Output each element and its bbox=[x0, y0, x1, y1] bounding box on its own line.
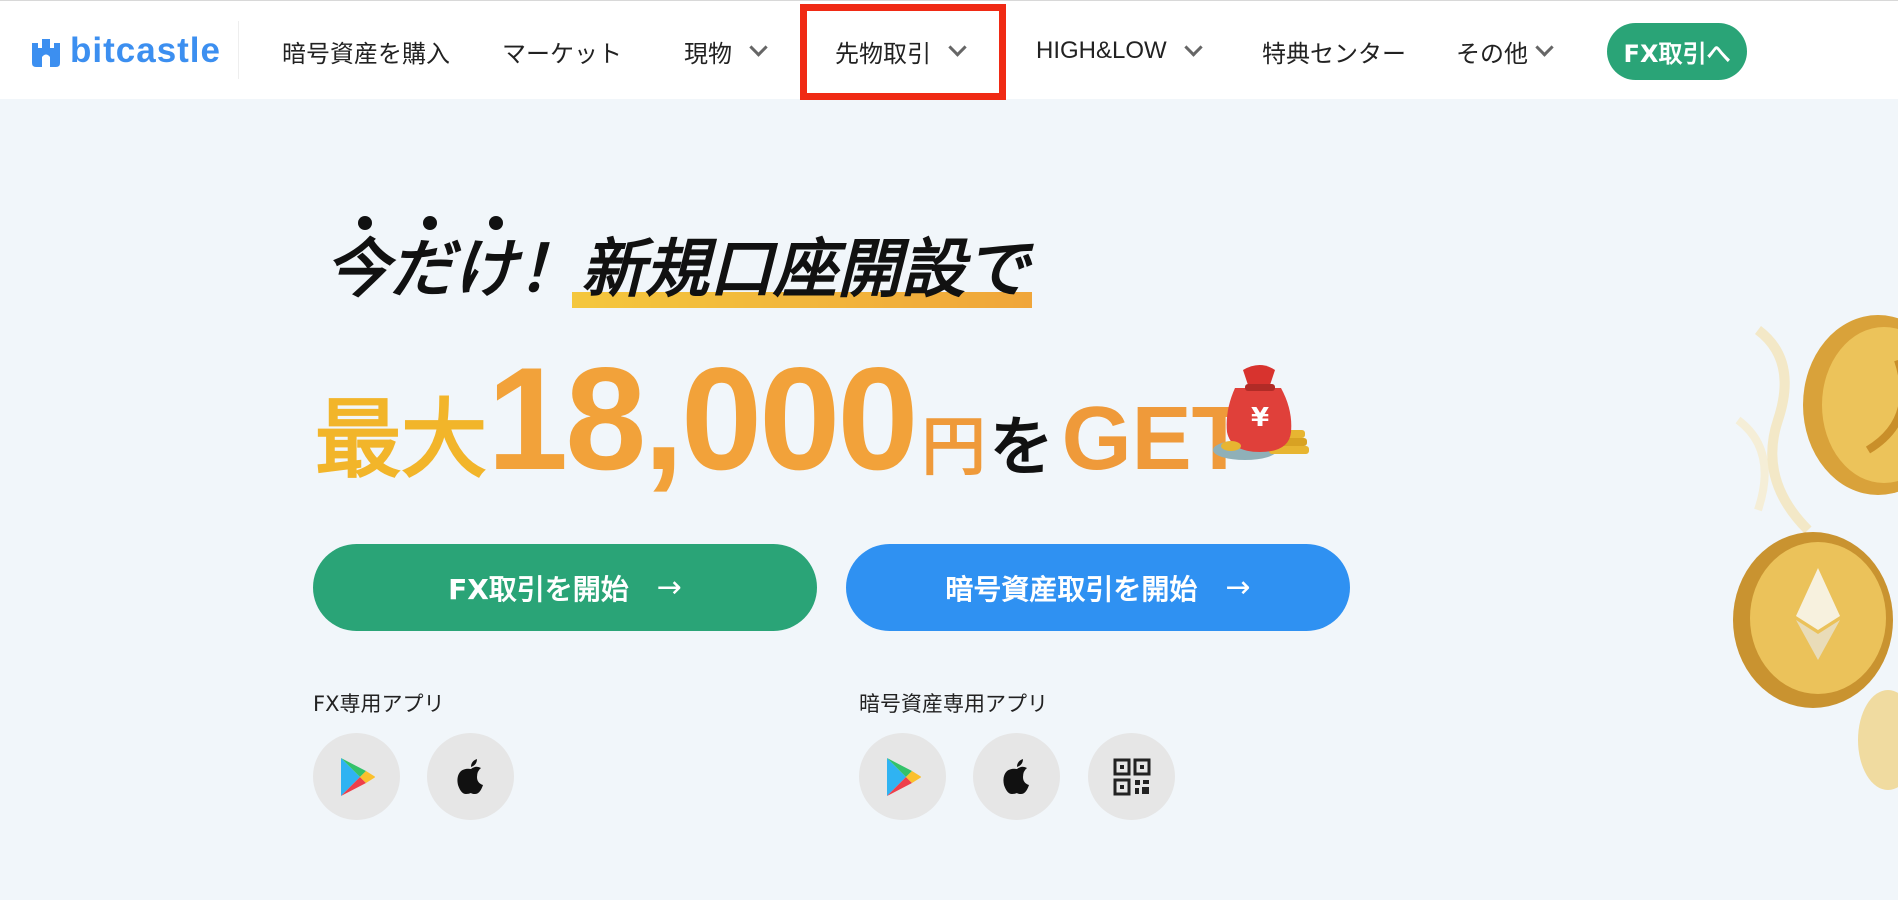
crypto-google-play-button[interactable] bbox=[859, 733, 946, 820]
castle-logo-icon bbox=[32, 39, 60, 67]
site-logo[interactable]: bitcastle bbox=[28, 31, 221, 71]
nav-high-low[interactable]: HIGH&LOW bbox=[1036, 28, 1203, 74]
bonus-particle: を bbox=[989, 411, 1054, 483]
nav-label: 暗号資産を購入 bbox=[282, 39, 450, 68]
nav-bonus-center[interactable]: 特典センター bbox=[1262, 28, 1406, 74]
chevron-down-icon bbox=[1183, 37, 1203, 57]
logo-text: bitcastle bbox=[70, 31, 221, 70]
nav-market[interactable]: マーケット bbox=[502, 28, 622, 74]
button-label: FX取引を開始 bbox=[448, 572, 629, 606]
headline-highlight: 新規口座開設で bbox=[581, 233, 1029, 307]
apple-icon bbox=[1002, 758, 1029, 794]
start-fx-trading-button[interactable]: FX取引を開始 → bbox=[313, 544, 817, 631]
qr-code-icon bbox=[1113, 758, 1150, 795]
fx-google-play-button[interactable] bbox=[313, 733, 400, 820]
fx-app-store-button[interactable] bbox=[427, 733, 514, 820]
hero-bonus-amount: 最大 18,000 円 を GET bbox=[315, 335, 1247, 500]
button-label: 暗号資産取引を開始 bbox=[945, 572, 1198, 606]
fx-trade-nav-button[interactable]: FX取引へ bbox=[1607, 23, 1747, 80]
nav-label: 現物 bbox=[684, 39, 732, 68]
decorative-coins-illustration bbox=[1733, 315, 1898, 790]
arrow-right-icon: → bbox=[656, 570, 682, 605]
money-bag-icon: ¥ bbox=[1213, 365, 1309, 460]
fx-app-label: FX専用アプリ bbox=[313, 692, 445, 716]
nav-label: HIGH&LOW bbox=[1036, 37, 1167, 64]
hero-headline: 今だけ！ 新規口座開設で bbox=[325, 230, 1029, 310]
google-play-icon bbox=[340, 757, 375, 796]
bag-yen-symbol: ¥ bbox=[1251, 403, 1269, 433]
bonus-amount: 18,000 bbox=[487, 337, 919, 500]
nav-other[interactable]: その他 bbox=[1456, 28, 1554, 74]
highlight-annotation-box bbox=[800, 4, 1006, 100]
headline-prefix: 今だけ！ bbox=[325, 233, 581, 307]
crypto-app-label: 暗号資産専用アプリ bbox=[859, 692, 1048, 716]
arrow-right-icon: → bbox=[1225, 570, 1251, 605]
crypto-app-store-button[interactable] bbox=[973, 733, 1060, 820]
header-divider bbox=[238, 21, 239, 79]
nav-buy-crypto[interactable]: 暗号資産を購入 bbox=[282, 28, 450, 74]
nav-label: 特典センター bbox=[1262, 39, 1406, 68]
start-crypto-trading-button[interactable]: 暗号資産取引を開始 → bbox=[846, 544, 1350, 631]
crypto-qr-code-button[interactable] bbox=[1088, 733, 1175, 820]
nav-label: マーケット bbox=[502, 39, 622, 68]
apple-icon bbox=[456, 758, 483, 794]
top-navigation-bar: bitcastle 暗号資産を購入 マーケット 現物 先物取引 HIGH&LOW… bbox=[0, 0, 1898, 100]
nav-label: その他 bbox=[1456, 39, 1528, 68]
google-play-icon bbox=[886, 757, 921, 796]
nav-spot[interactable]: 現物 bbox=[684, 28, 768, 74]
bonus-unit: 円 bbox=[921, 411, 986, 483]
bonus-prefix: 最大 bbox=[315, 392, 487, 488]
chevron-down-icon bbox=[1535, 37, 1554, 57]
chevron-down-icon bbox=[749, 37, 768, 57]
